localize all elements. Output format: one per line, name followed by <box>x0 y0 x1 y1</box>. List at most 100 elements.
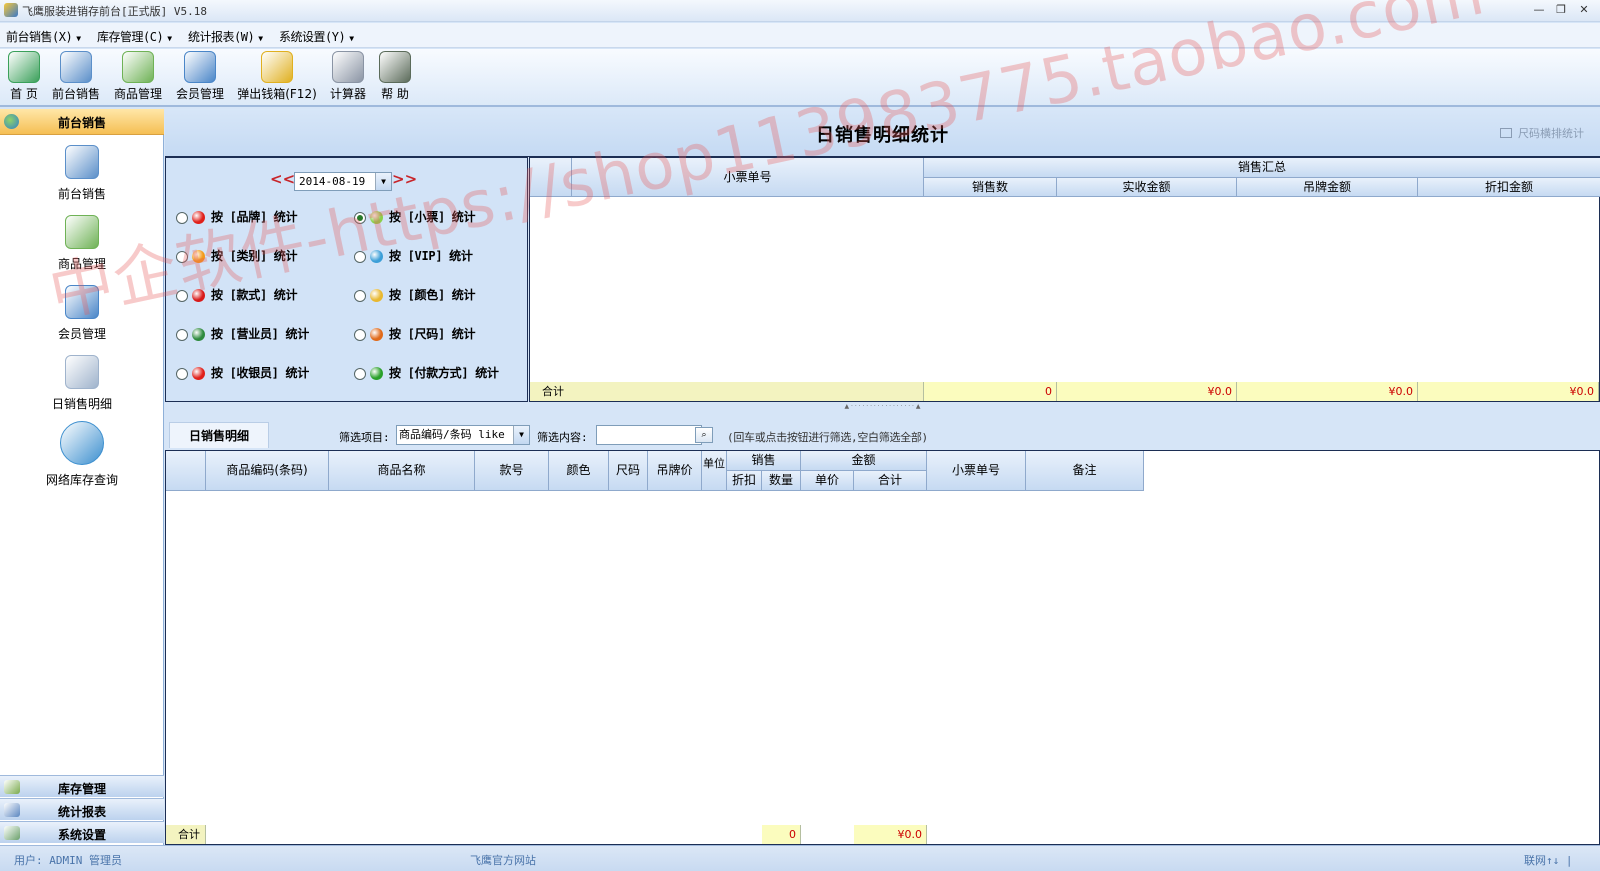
prev-date-button[interactable]: << <box>270 170 295 188</box>
coins-icon <box>261 51 293 83</box>
radio-button[interactable] <box>176 367 188 380</box>
sidebar-section-label: 系统设置 <box>57 828 106 842</box>
toolbar-product-button[interactable]: 商品管理 <box>110 51 166 102</box>
stat-option[interactable]: 按 [尺码] 统计 <box>354 325 476 341</box>
stat-option[interactable]: 按 [小票] 统计 <box>354 208 476 224</box>
restore-button[interactable]: ❐ <box>1553 3 1569 17</box>
sidebar-item-daily-detail[interactable]: 日销售明细 <box>0 355 164 412</box>
radio-button[interactable] <box>176 328 188 341</box>
sidebar-header-front-sales[interactable]: 前台销售 <box>0 109 164 135</box>
radio-button[interactable] <box>354 367 366 380</box>
stat-option-label: 按 [小票] 统计 <box>389 210 476 224</box>
sidebar-section-inventory[interactable]: 库存管理 <box>0 775 164 797</box>
toolbar-front-sales-button[interactable]: 前台销售 <box>48 51 104 102</box>
sidebar-item-front-sales[interactable]: 前台销售 <box>0 145 164 202</box>
stat-option[interactable]: 按 [收银员] 统计 <box>176 364 309 380</box>
stat-option[interactable]: 按 [付款方式] 统计 <box>354 364 499 380</box>
detail-group-sale: 销售 <box>727 451 801 471</box>
menu-settings[interactable]: 系统设置(Y) ▼ <box>279 28 354 45</box>
official-site-link[interactable]: 飞鹰官方网站 <box>470 852 536 868</box>
tab-daily-detail[interactable]: 日销售明细 <box>169 422 269 448</box>
summary-col-tag-amount[interactable]: 吊牌金额 <box>1237 178 1418 197</box>
summary-total-tag-amount: ¥0.0 <box>1237 382 1418 401</box>
next-date-button[interactable]: >> <box>392 170 417 188</box>
date-picker[interactable]: 2014-08-19 ▼ <box>294 172 392 191</box>
radio-button[interactable] <box>176 250 188 263</box>
detail-col-subtotal[interactable]: 合计 <box>854 471 927 491</box>
radio-button[interactable] <box>354 211 366 224</box>
radio-button[interactable] <box>354 250 366 263</box>
menu-front-sales[interactable]: 前台销售(X) ▼ <box>6 28 81 45</box>
sidebar-section-reports[interactable]: 统计报表 <box>0 798 164 820</box>
detail-col-code[interactable]: 商品编码(条码) <box>206 451 329 491</box>
summary-col-ticket[interactable]: 小票单号 <box>572 158 924 197</box>
detail-col-color[interactable]: 颜色 <box>549 451 609 491</box>
chevron-down-icon[interactable]: ▼ <box>375 173 391 190</box>
filter-field-value: 商品编码/条码 like <box>399 428 505 441</box>
detail-col-name[interactable]: 商品名称 <box>329 451 475 491</box>
toolbar-members-button[interactable]: 会员管理 <box>172 51 228 102</box>
filter-content-input[interactable] <box>596 425 702 445</box>
detail-col-unit[interactable]: 单位 <box>702 451 727 491</box>
stat-option-label: 按 [VIP] 统计 <box>389 249 473 263</box>
stat-option[interactable]: 按 [营业员] 统计 <box>176 325 309 341</box>
toolbar-home-button[interactable]: 首 页 <box>4 51 44 102</box>
panel-splitter[interactable]: ▲ · · · · · · · · · · · · · · · · · ▲ <box>165 403 1600 411</box>
chevron-down-icon[interactable]: ▼ <box>513 426 529 444</box>
summary-col-received[interactable]: 实收金额 <box>1057 178 1237 197</box>
radio-button[interactable] <box>354 289 366 302</box>
summary-total-label: 合计 <box>530 382 924 401</box>
detail-total-amount: ¥0.0 <box>854 825 927 844</box>
detail-col-size[interactable]: 尺码 <box>609 451 648 491</box>
stat-option[interactable]: 按 [颜色] 统计 <box>354 286 476 302</box>
menu-inventory[interactable]: 库存管理(C) ▼ <box>97 28 172 45</box>
stat-option[interactable]: 按 [品牌] 统计 <box>176 208 298 224</box>
detail-col-tag-price[interactable]: 吊牌价 <box>648 451 702 491</box>
home-icon <box>8 51 40 83</box>
stat-option[interactable]: 按 [类别] 统计 <box>176 247 298 263</box>
filter-hint: (回车或点击按钮进行筛选,空白筛选全部) <box>727 431 928 444</box>
stat-option-label: 按 [尺码] 统计 <box>389 327 476 341</box>
option-icon <box>370 328 383 341</box>
magnifier-icon <box>60 421 104 465</box>
radio-button[interactable] <box>176 211 188 224</box>
radio-button[interactable] <box>354 328 366 341</box>
sidebar-section-label: 统计报表 <box>57 805 106 819</box>
toolbar-calculator-button[interactable]: 计算器 <box>326 51 370 102</box>
filter-search-button[interactable]: ⌕ <box>695 427 713 443</box>
stat-option-label: 按 [颜色] 统计 <box>389 288 476 302</box>
stat-option[interactable]: 按 [VIP] 统计 <box>354 247 473 263</box>
toolbar-cash-drawer-button[interactable]: 弹出钱箱(F12) <box>234 51 320 102</box>
summary-col-discount[interactable]: 折扣金额 <box>1418 178 1600 197</box>
minimize-button[interactable]: — <box>1531 3 1547 17</box>
sidebar-item-label: 会员管理 <box>57 327 106 341</box>
option-icon <box>192 289 205 302</box>
detail-col-style[interactable]: 款号 <box>475 451 549 491</box>
menu-bar: 前台销售(X) ▼ 库存管理(C) ▼ 统计报表(W) ▼ 系统设置(Y) ▼ <box>0 23 1600 48</box>
filter-content-label: 筛选内容: <box>537 431 588 444</box>
size-horizontal-stats-button[interactable]: 尺码横排统计 <box>1500 125 1584 141</box>
toolbar-help-button[interactable]: 帮 助 <box>374 51 416 102</box>
detail-col-ticket[interactable]: 小票单号 <box>927 451 1026 491</box>
summary-total-received: ¥0.0 <box>1057 382 1237 401</box>
detail-col-discount[interactable]: 折扣 <box>727 471 762 491</box>
sidebar-item-products[interactable]: 商品管理 <box>0 215 164 272</box>
filter-field-select[interactable]: 商品编码/条码 like ▼ <box>396 425 530 445</box>
date-value: 2014-08-19 <box>299 175 366 188</box>
stat-option[interactable]: 按 [款式] 统计 <box>176 286 298 302</box>
detail-col-remark[interactable]: 备注 <box>1026 451 1144 491</box>
sidebar-item-label: 日销售明细 <box>51 397 112 411</box>
option-icon <box>370 367 383 380</box>
stat-option-label: 按 [收银员] 统计 <box>211 366 309 380</box>
sidebar-item-members[interactable]: 会员管理 <box>0 285 164 342</box>
sidebar-section-settings[interactable]: 系统设置 <box>0 821 164 843</box>
summary-col-qty[interactable]: 销售数 <box>924 178 1057 197</box>
toolbar-label: 首 页 <box>10 87 38 101</box>
radio-button[interactable] <box>176 289 188 302</box>
close-button[interactable]: ✕ <box>1576 3 1592 17</box>
detail-col-unit-price[interactable]: 单价 <box>801 471 854 491</box>
detail-col-qty[interactable]: 数量 <box>762 471 801 491</box>
sidebar-item-net-stock[interactable]: 网络库存查询 <box>0 421 164 488</box>
toolbar-label: 商品管理 <box>113 87 162 101</box>
menu-reports[interactable]: 统计报表(W) ▼ <box>188 28 263 45</box>
